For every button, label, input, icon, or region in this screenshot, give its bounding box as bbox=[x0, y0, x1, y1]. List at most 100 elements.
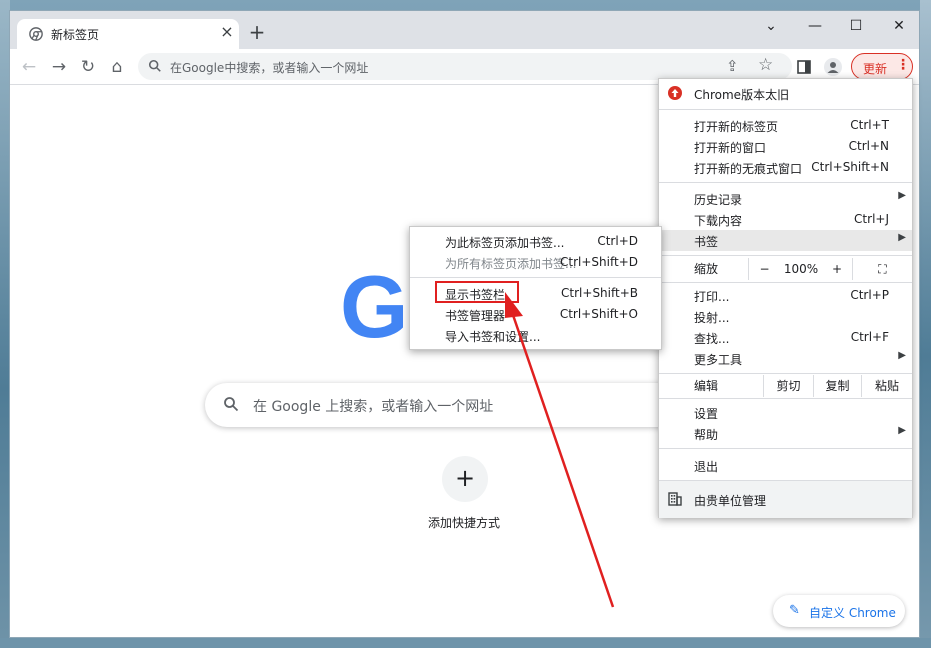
menu-item-shortcut: Ctrl+Shift+D bbox=[560, 255, 638, 269]
menu-item-print[interactable]: 打印... Ctrl+P bbox=[659, 285, 912, 306]
menu-item-shortcut: Ctrl+Shift+N bbox=[811, 160, 889, 174]
menu-separator bbox=[659, 182, 912, 183]
new-tab-button[interactable]: + bbox=[246, 22, 268, 44]
reload-icon[interactable]: ↻ bbox=[77, 56, 99, 78]
menu-separator bbox=[659, 448, 912, 449]
minimize-button[interactable]: — bbox=[800, 15, 830, 37]
chrome-icon bbox=[29, 27, 43, 41]
desktop-background-bottom bbox=[0, 638, 931, 648]
submenu-arrow-icon: ▶ bbox=[898, 232, 906, 243]
menu-item-shortcut: Ctrl+J bbox=[854, 212, 889, 226]
tab-new-tab[interactable]: 新标签页 × bbox=[17, 19, 239, 49]
menu-item-label: 打开新的标签页 bbox=[694, 120, 779, 134]
menu-item-shortcut: Ctrl+Shift+B bbox=[561, 286, 638, 300]
menu-item-downloads[interactable]: 下载内容 Ctrl+J bbox=[659, 209, 912, 230]
omnibox[interactable]: 在Google中搜索，或者输入一个网址 ⇪ ☆ bbox=[138, 53, 792, 80]
menu-item-settings[interactable]: 设置 bbox=[659, 402, 912, 423]
profile-avatar-icon[interactable] bbox=[822, 56, 844, 78]
menu-item-shortcut: Ctrl+F bbox=[850, 330, 889, 344]
zoom-in-button[interactable]: + bbox=[822, 258, 852, 280]
menu-item-shortcut: Ctrl+N bbox=[848, 139, 889, 153]
update-alert-icon bbox=[668, 86, 682, 100]
bookmark-star-icon[interactable]: ☆ bbox=[758, 55, 773, 75]
menu-item-find[interactable]: 查找... Ctrl+F bbox=[659, 327, 912, 348]
menu-item-label: 打印... bbox=[694, 290, 730, 304]
menu-item-history[interactable]: 历史记录 ▶ bbox=[659, 188, 912, 209]
menu-item-shortcut: Ctrl+Shift+O bbox=[559, 307, 638, 321]
add-shortcut-button[interactable]: + bbox=[442, 456, 488, 502]
desktop-background-right bbox=[920, 0, 931, 648]
search-icon bbox=[224, 397, 239, 412]
cut-button[interactable]: 剪切 bbox=[763, 375, 813, 397]
menu-item-more-tools[interactable]: 更多工具 ▶ bbox=[659, 348, 912, 369]
menu-item-new-window[interactable]: 打开新的窗口 Ctrl+N bbox=[659, 136, 912, 157]
menu-separator bbox=[659, 282, 912, 283]
zoom-out-button[interactable]: − bbox=[748, 258, 780, 280]
add-shortcut-label: 添加快捷方式 bbox=[428, 516, 501, 530]
submenu-item-bookmark-tab[interactable]: 为此标签页添加书签... Ctrl+D bbox=[410, 231, 661, 252]
menu-item-exit[interactable]: 退出 bbox=[659, 455, 912, 476]
share-icon[interactable]: ⇪ bbox=[726, 57, 739, 75]
menu-item-bookmarks[interactable]: 书签 ▶ bbox=[659, 230, 912, 251]
update-label: 更新 bbox=[863, 62, 888, 76]
zoom-label: 缩放 bbox=[694, 262, 719, 276]
zoom-row: 缩放 − 100% + ⛶ bbox=[659, 258, 912, 280]
menu-item-label: 书签 bbox=[694, 235, 719, 249]
menu-item-label: 打开新的窗口 bbox=[694, 141, 767, 155]
menu-separator bbox=[659, 398, 912, 399]
fullscreen-icon[interactable]: ⛶ bbox=[852, 258, 912, 280]
side-panel-icon[interactable] bbox=[793, 56, 815, 78]
menu-item-label: 下载内容 bbox=[694, 214, 743, 228]
menu-separator bbox=[659, 255, 912, 256]
maximize-button[interactable]: ☐ bbox=[841, 15, 871, 37]
ntp-search-box[interactable]: 在 Google 上搜索，或者输入一个网址 bbox=[205, 383, 725, 427]
menu-separator bbox=[410, 277, 661, 278]
tab-strip: 新标签页 × + ⌄ — ☐ ✕ bbox=[10, 11, 919, 49]
annotation-highlight-box bbox=[435, 281, 519, 303]
menu-item-shortcut: Ctrl+D bbox=[597, 234, 638, 248]
menu-item-label: 为所有标签页添加书签... bbox=[445, 257, 577, 271]
menu-item-label: 为此标签页添加书签... bbox=[445, 236, 565, 250]
plus-icon: + bbox=[454, 464, 476, 492]
menu-item-label: 打开新的无痕式窗口 bbox=[694, 162, 803, 176]
update-button[interactable]: 更新 ⋮ bbox=[851, 53, 913, 80]
submenu-item-bookmark-all-tabs[interactable]: 为所有标签页添加书签... Ctrl+Shift+D bbox=[410, 252, 661, 273]
menu-item-label: 投射... bbox=[694, 311, 730, 325]
menu-item-label: 更多工具 bbox=[694, 353, 743, 367]
menu-separator bbox=[659, 109, 912, 110]
tab-close-icon[interactable]: × bbox=[218, 23, 236, 41]
submenu-item-bookmark-manager[interactable]: 书签管理器 Ctrl+Shift+O bbox=[410, 304, 661, 325]
tab-title: 新标签页 bbox=[51, 28, 100, 42]
menu-item-incognito[interactable]: 打开新的无痕式窗口 Ctrl+Shift+N bbox=[659, 157, 912, 178]
menu-item-managed[interactable]: 由贵单位管理 bbox=[659, 481, 912, 518]
menu-item-help[interactable]: 帮助 ▶ bbox=[659, 423, 912, 444]
copy-button[interactable]: 复制 bbox=[813, 375, 861, 397]
paste-button[interactable]: 粘贴 bbox=[861, 375, 912, 397]
chrome-main-menu: Chrome版本太旧 打开新的标签页 Ctrl+T 打开新的窗口 Ctrl+N … bbox=[658, 78, 913, 518]
search-icon bbox=[148, 59, 161, 72]
submenu-item-import-bookmarks[interactable]: 导入书签和设置... bbox=[410, 325, 661, 346]
menu-item-label: 书签管理器 bbox=[445, 309, 506, 323]
update-chrome-item[interactable]: Chrome版本太旧 bbox=[659, 83, 912, 104]
menu-item-new-tab[interactable]: 打开新的标签页 Ctrl+T bbox=[659, 115, 912, 136]
edit-label: 编辑 bbox=[694, 379, 719, 393]
update-chrome-label: Chrome版本太旧 bbox=[694, 88, 790, 102]
home-icon[interactable]: ⌂ bbox=[106, 56, 128, 78]
close-window-button[interactable]: ✕ bbox=[884, 15, 914, 37]
customize-chrome-button[interactable]: ✎ 自定义 Chrome bbox=[773, 595, 905, 627]
building-icon bbox=[668, 492, 682, 506]
menu-item-label: 导入书签和设置... bbox=[445, 330, 541, 344]
menu-item-label: 帮助 bbox=[694, 428, 719, 442]
forward-arrow-icon[interactable]: → bbox=[48, 56, 70, 78]
tab-search-chevron-icon[interactable]: ⌄ bbox=[756, 15, 786, 37]
menu-item-label: 退出 bbox=[694, 460, 719, 474]
menu-item-shortcut: Ctrl+T bbox=[850, 118, 889, 132]
menu-item-label: 历史记录 bbox=[694, 193, 743, 207]
pencil-icon: ✎ bbox=[789, 603, 800, 618]
submenu-arrow-icon: ▶ bbox=[898, 350, 906, 361]
menu-item-shortcut: Ctrl+P bbox=[850, 288, 889, 302]
edit-row: 编辑 剪切 复制 粘贴 bbox=[659, 375, 912, 397]
back-arrow-icon[interactable]: ← bbox=[18, 56, 40, 78]
more-vert-icon: ⋮ bbox=[896, 57, 910, 73]
menu-item-cast[interactable]: 投射... bbox=[659, 306, 912, 327]
